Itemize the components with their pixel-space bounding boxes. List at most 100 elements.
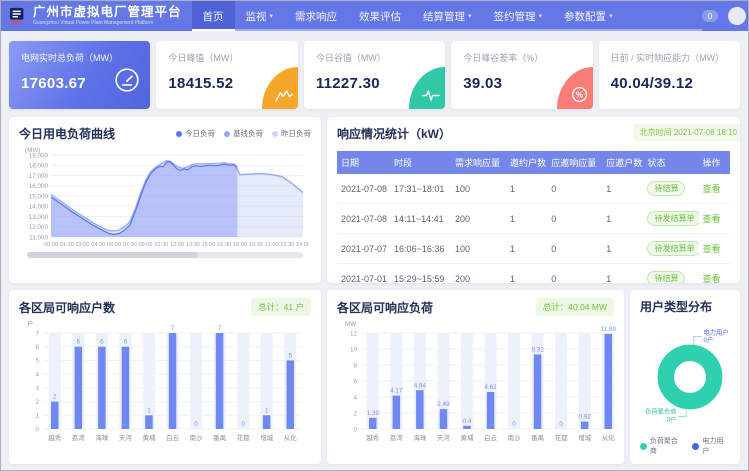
kpi-card-response-capacity: 日前 / 实时响应能力（MW） 40.04/39.12 — [599, 41, 740, 109]
col-date: 日期 — [337, 151, 390, 174]
svg-text:天河: 天河 — [119, 434, 132, 442]
svg-text:0户: 0户 — [704, 335, 714, 344]
district-load-panel: 各区局可响应负荷 总计：40.04 MW 024681012MW1.39越秀4.… — [327, 290, 624, 464]
view-link[interactable]: 查看 — [703, 244, 721, 254]
nav-item-effect-eval[interactable]: 效果评估 — [348, 1, 412, 31]
district-users-svg[interactable]: 01234567户2越秀6荔湾6海珠6天河1黄埔7白云0南沙7番禺0花都1增城5… — [19, 319, 307, 455]
svg-text:增城: 增城 — [578, 433, 592, 442]
nav-item-settlement[interactable]: 结算管理▾ — [412, 1, 483, 31]
svg-text:花都: 花都 — [555, 433, 569, 442]
svg-text:7: 7 — [35, 330, 39, 337]
beijing-time-badge: 北京时间 2021-07-08 18:10 — [633, 124, 740, 141]
svg-text:6: 6 — [35, 344, 39, 351]
svg-text:12:00: 12:00 — [170, 242, 184, 248]
load-curve-legend: 今日负荷基线负荷昨日负荷 — [176, 128, 311, 139]
svg-text:花都: 花都 — [237, 433, 251, 442]
table-row: 2021-07-07 16:06~16:36 100 1 0 1 待发结算单 查… — [337, 234, 730, 264]
svg-text:8: 8 — [353, 362, 357, 369]
percent-gauge-icon: % — [557, 67, 593, 109]
svg-text:0: 0 — [241, 421, 245, 428]
svg-text:5: 5 — [288, 352, 292, 359]
col-period: 时段 — [390, 151, 451, 174]
kpi-card-row: 电网实时总负荷（MW） 17603.67 今日峰值（MW） 18415.52 — [9, 41, 740, 109]
svg-text:南沙: 南沙 — [508, 433, 522, 442]
view-link[interactable]: 查看 — [703, 184, 721, 194]
legend-item[interactable]: 昨日负荷 — [272, 128, 311, 139]
svg-text:1: 1 — [265, 407, 269, 414]
chevron-down-icon: ▾ — [468, 13, 472, 20]
view-link[interactable]: 查看 — [703, 214, 721, 224]
svg-text:0.4: 0.4 — [463, 418, 472, 425]
brand-logo: 广州市虚拟电厂管理平台 Guangzhou Virtual Power Plan… — [1, 1, 192, 31]
status-badge: 待结算 — [647, 271, 685, 283]
legend-item[interactable]: 电力用户 — [692, 436, 730, 456]
kpi-label: 今日峰值（MW） — [168, 51, 285, 64]
nav-item-params[interactable]: 参数配置▾ — [553, 1, 624, 31]
legend-item[interactable]: 基线负荷 — [224, 128, 263, 139]
chevron-down-icon: ▾ — [270, 13, 274, 20]
svg-text:21:00: 21:00 — [265, 242, 279, 248]
svg-text:4: 4 — [353, 394, 357, 401]
svg-text:5: 5 — [35, 358, 39, 365]
svg-text:12,000: 12,000 — [29, 224, 49, 231]
district-users-title: 各区局可响应户数 — [19, 299, 115, 316]
main-nav: 首页 监视▾ 需求响应 效果评估 结算管理▾ 签约管理▾ 参数配置▾ — [192, 1, 702, 31]
svg-text:户: 户 — [27, 319, 33, 328]
svg-text:15,000: 15,000 — [29, 193, 49, 200]
legend-item[interactable]: 今日负荷 — [176, 128, 215, 139]
svg-text:2: 2 — [353, 410, 357, 417]
svg-text:0: 0 — [512, 421, 516, 428]
user-avatar[interactable] — [728, 7, 746, 25]
svg-text:10: 10 — [350, 346, 358, 353]
status-badge: 待发结算单 — [647, 241, 698, 256]
legend-dot-icon — [640, 443, 647, 450]
load-curve-svg[interactable]: 11,00012,00013,00014,00015,00016,00017,0… — [19, 145, 309, 265]
user-type-donut-svg: 电力用户0户负荷聚合商3户 — [640, 317, 740, 435]
svg-text:19:30: 19:30 — [249, 242, 263, 248]
kpi-card-valley: 今日谷值（MW） 11227.30 — [304, 41, 445, 109]
svg-text:15:00: 15:00 — [202, 242, 216, 248]
nav-item-monitor[interactable]: 监视▾ — [235, 1, 285, 31]
table-row: 2021-07-01 15:29~15:59 200 1 0 1 待结算 查看 — [337, 264, 730, 284]
nav-item-contract[interactable]: 签约管理▾ — [483, 1, 554, 31]
dashboard-page: 广州市虚拟电厂管理平台 Guangzhou Virtual Power Plan… — [0, 0, 749, 471]
svg-text:6: 6 — [353, 378, 357, 385]
total-users-badge: 总计：41 户 — [251, 298, 311, 316]
svg-text:14,000: 14,000 — [29, 204, 49, 211]
notification-badge[interactable]: 0 — [702, 10, 718, 22]
col-responded: 应邀响应量 — [547, 151, 602, 174]
svg-text:12: 12 — [350, 330, 358, 337]
svg-text:06:00: 06:00 — [107, 242, 121, 248]
svg-text:18,000: 18,000 — [29, 163, 49, 170]
status-badge: 待结算 — [647, 181, 685, 196]
svg-text:%: % — [576, 90, 583, 99]
district-load-svg[interactable]: 024681012MW1.39越秀4.17荔湾4.84海珠2.49天河0.4黄埔… — [337, 319, 624, 455]
nav-item-demand-response[interactable]: 需求响应 — [284, 1, 348, 31]
svg-text:增城: 增城 — [260, 433, 274, 442]
status-badge: 待发结算单 — [647, 211, 698, 226]
svg-text:6: 6 — [77, 339, 81, 346]
app-title: 广州市虚拟电厂管理平台 — [33, 6, 182, 19]
svg-text:0: 0 — [353, 426, 357, 433]
svg-text:1: 1 — [147, 407, 151, 414]
svg-text:电力用户: 电力用户 — [704, 327, 729, 336]
svg-text:7: 7 — [171, 325, 175, 332]
svg-text:6: 6 — [124, 339, 128, 346]
power-plant-logo-icon — [9, 7, 27, 25]
svg-text:24:00: 24:00 — [296, 242, 309, 248]
svg-text:0.92: 0.92 — [579, 414, 592, 421]
legend-item[interactable]: 负荷聚合商 — [640, 436, 684, 456]
svg-text:16,000: 16,000 — [29, 183, 49, 190]
kpi-label: 今日峰谷差率（%） — [463, 51, 580, 64]
col-status: 状态 — [643, 151, 698, 174]
svg-text:0: 0 — [35, 426, 39, 433]
nav-item-home[interactable]: 首页 — [192, 1, 235, 31]
load-curve-panel: 今日用电负荷曲线 今日负荷基线负荷昨日负荷 11,00012,00013,000… — [9, 117, 321, 283]
kpi-value: 40.04/39.12 — [611, 75, 728, 92]
pulse-icon — [409, 67, 445, 109]
view-link[interactable]: 查看 — [703, 274, 721, 283]
svg-text:10:30: 10:30 — [154, 242, 168, 248]
datazoom-handle — [27, 252, 198, 258]
kpi-card-peak-valley-rate: 今日峰谷差率（%） 39.03 % — [451, 41, 592, 109]
svg-text:2: 2 — [53, 394, 57, 401]
